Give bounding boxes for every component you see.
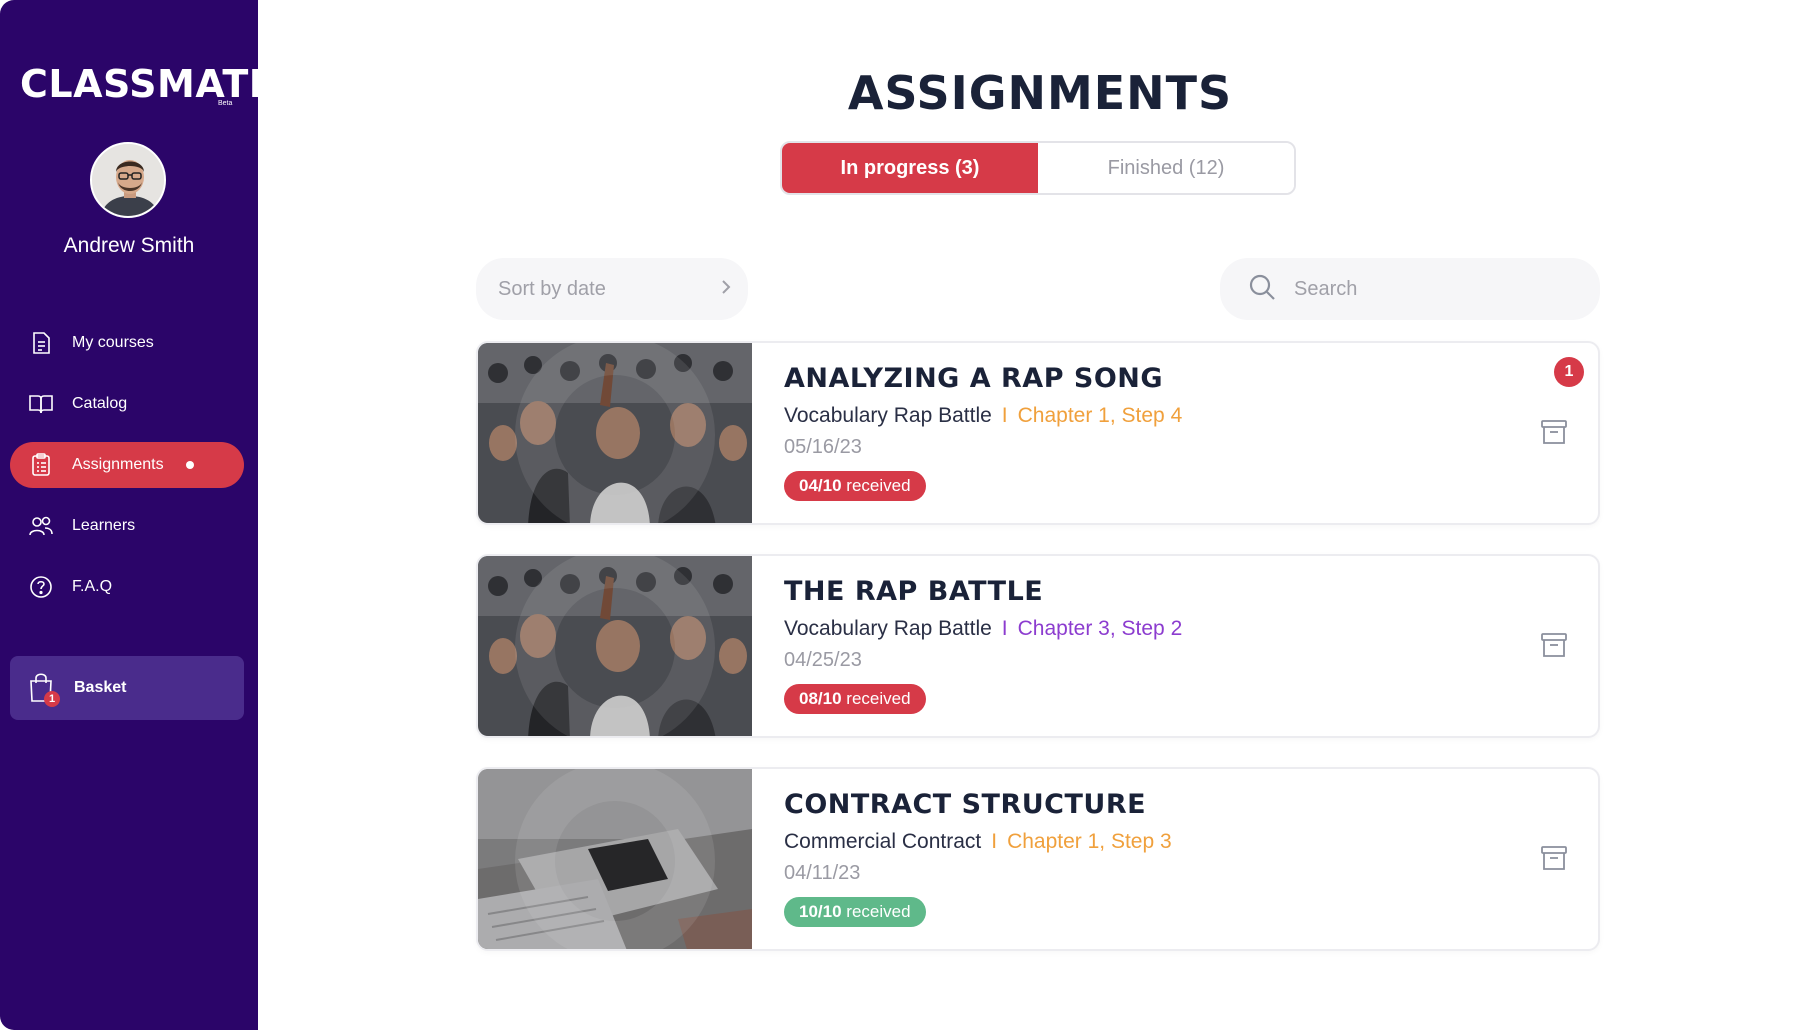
course-name: Vocabulary Rap Battle [784,617,992,640]
concert-crowd-image [478,343,752,523]
checklist-icon [28,452,54,478]
sort-dropdown[interactable]: Sort by date [476,258,748,320]
tab-in-progress[interactable]: In progress (3) [782,143,1038,193]
assignment-date: 04/11/23 [784,862,861,884]
avatar[interactable] [90,142,166,218]
sidebar-item-assignments[interactable]: Assignments [10,442,244,488]
received-status-badge: 08/10 received [784,684,926,714]
help-icon [28,574,54,600]
received-status-badge: 04/10 received [784,471,926,501]
notification-badge: 1 [1554,357,1584,387]
sidebar: CLASSMATE Beta Andrew Smith My courses C… [0,0,275,1030]
sidebar-nav: My courses Catalog Assignments Learners … [10,320,244,625]
active-indicator-dot [185,461,194,469]
archive-icon[interactable] [1540,419,1568,450]
shopping-bag-icon: 1 [28,671,60,707]
assignment-date: 05/16/23 [784,436,862,458]
assignment-card[interactable]: CONTRACT STRUCTURE Commercial Contract I C… [476,767,1600,951]
assignment-card[interactable]: THE RAP BATTLE Vocabulary Rap Battle I Cha… [476,554,1600,738]
received-status-badge: 10/10 received [784,897,926,927]
assignment-title: ANALYZING A RAP SONG [784,363,1164,394]
tab-finished[interactable]: Finished (12) [1038,143,1294,193]
status-tabs: In progress (3) Finished (12) [780,141,1296,195]
sidebar-item-label: Catalog [72,395,128,412]
chevron-right-icon [720,277,732,302]
search-bar [1220,258,1600,320]
book-icon [28,391,54,417]
sidebar-item-label: Learners [72,517,136,534]
assignment-meta: Commercial Contract I Chapter 1, Step 3 [784,830,1538,854]
assignment-meta: Vocabulary Rap Battle I Chapter 3, Step 2 [784,617,1538,641]
meta-separator: I [1001,404,1008,427]
assignment-meta: Vocabulary Rap Battle I Chapter 1, Step 4 [784,404,1538,428]
meta-separator: I [991,830,998,853]
search-icon [1248,273,1276,306]
meta-separator: I [1001,617,1008,640]
sort-label: Sort by date [498,277,606,300]
received-label: received [846,476,911,495]
search-input[interactable] [1294,277,1574,301]
app-window: CLASSMATE Beta Andrew Smith My courses C… [0,0,1810,1030]
document-icon [28,330,54,356]
assignment-title: CONTRACT STRUCTURE [784,789,1147,820]
sidebar-item-catalog[interactable]: Catalog [10,381,244,427]
basket-label: Basket [74,679,127,696]
users-icon [28,513,54,539]
sidebar-item-label: My courses [72,334,154,351]
received-count: 08/10 [799,689,842,708]
assignment-card[interactable]: ANALYZING A RAP SONG Vocabulary Rap Batt… [476,341,1600,525]
assignment-date: 04/25/23 [784,649,862,671]
assignment-list: ANALYZING A RAP SONG Vocabulary Rap Batt… [476,341,1600,980]
sidebar-item-faq[interactable]: F.A.Q [10,564,244,610]
beta-tag: Beta [218,100,233,107]
received-label: received [846,902,911,921]
user-name: Andrew Smith [63,234,195,257]
received-count: 04/10 [799,476,842,495]
received-count: 10/10 [799,902,842,921]
laptop-phone-desk-image [478,769,752,949]
sidebar-item-label: F.A.Q [72,578,113,595]
received-label: received [846,689,911,708]
assignment-title: THE RAP BATTLE [784,576,1044,607]
basket-count-badge: 1 [44,691,60,707]
concert-crowd-image [478,556,752,736]
chapter-step: Chapter 1, Step 3 [1007,830,1172,853]
course-name: Vocabulary Rap Battle [784,404,992,427]
course-name: Commercial Contract [784,830,982,853]
sidebar-item-my-courses[interactable]: My courses [10,320,244,366]
app-logo: CLASSMATE [20,62,276,106]
archive-icon[interactable] [1540,632,1568,663]
archive-icon[interactable] [1540,845,1568,876]
assignment-details: CONTRACT STRUCTURE Commercial Contract I C… [784,789,1538,927]
assignment-details: ANALYZING A RAP SONG Vocabulary Rap Batt… [784,363,1538,501]
assignment-details: THE RAP BATTLE Vocabulary Rap Battle I Cha… [784,576,1538,714]
chapter-step: Chapter 1, Step 4 [1017,404,1183,427]
sidebar-item-label: Assignments [72,456,164,473]
page-title: ASSIGNMENTS [847,66,1233,120]
basket-button[interactable]: 1 Basket [10,656,244,720]
chapter-step: Chapter 3, Step 2 [1017,617,1183,640]
sidebar-item-learners[interactable]: Learners [10,503,244,549]
